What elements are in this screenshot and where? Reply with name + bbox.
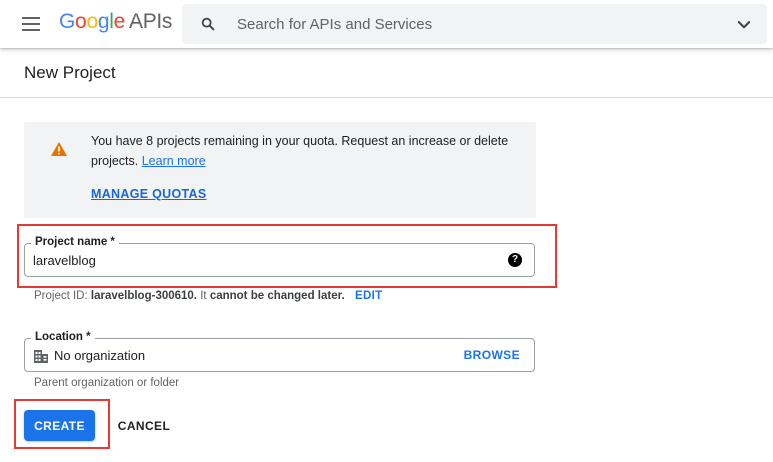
- logo-letter: o: [86, 10, 98, 33]
- location-field[interactable]: Location * No organization BROWSE: [24, 331, 535, 372]
- logo-letter: g: [97, 10, 110, 33]
- location-value: No organization: [54, 348, 146, 363]
- manage-quotas-link[interactable]: MANAGE QUOTAS: [91, 187, 206, 201]
- location-helper: Parent organization or folder: [34, 377, 180, 389]
- building-icon: [34, 350, 48, 363]
- learn-more-link[interactable]: Learn more: [142, 154, 206, 168]
- logo-letter: e: [113, 10, 126, 33]
- create-button[interactable]: CREATE: [24, 410, 95, 441]
- edit-project-id-button[interactable]: EDIT: [355, 290, 382, 302]
- browse-button[interactable]: BROWSE: [464, 348, 520, 362]
- project-id-prefix: Project ID:: [34, 290, 88, 302]
- project-id-middle: It: [200, 290, 207, 302]
- hamburger-menu-icon[interactable]: [21, 15, 41, 33]
- logo-letter: G: [59, 10, 76, 33]
- project-id-helper: Project ID: laravelblog-300610. It canno…: [34, 290, 345, 302]
- project-id-value: laravelblog-300610.: [90, 290, 198, 302]
- search-bar: [182, 4, 767, 44]
- quota-notice: You have 8 projects remaining in your qu…: [24, 122, 536, 218]
- project-id-emphasis: cannot be changed later.: [209, 290, 345, 302]
- logo-letter: o: [75, 10, 87, 33]
- logo-apis-text: APIs: [128, 10, 173, 33]
- search-icon[interactable]: [200, 16, 216, 32]
- quota-notice-text: You have 8 projects remaining in your qu…: [91, 131, 511, 171]
- divider: [0, 97, 773, 98]
- project-name-input[interactable]: [33, 244, 493, 276]
- help-icon[interactable]: ?: [508, 253, 522, 267]
- search-input[interactable]: [237, 4, 717, 44]
- project-name-field: Project name * ?: [24, 236, 535, 277]
- location-label: Location *: [31, 331, 95, 343]
- page-title: New Project: [24, 63, 116, 82]
- top-app-bar: Google APIs: [0, 0, 773, 48]
- chevron-down-icon[interactable]: [735, 16, 753, 34]
- google-apis-logo[interactable]: Google APIs: [59, 10, 172, 34]
- cancel-button[interactable]: CANCEL: [109, 410, 179, 441]
- warning-icon: [51, 142, 67, 156]
